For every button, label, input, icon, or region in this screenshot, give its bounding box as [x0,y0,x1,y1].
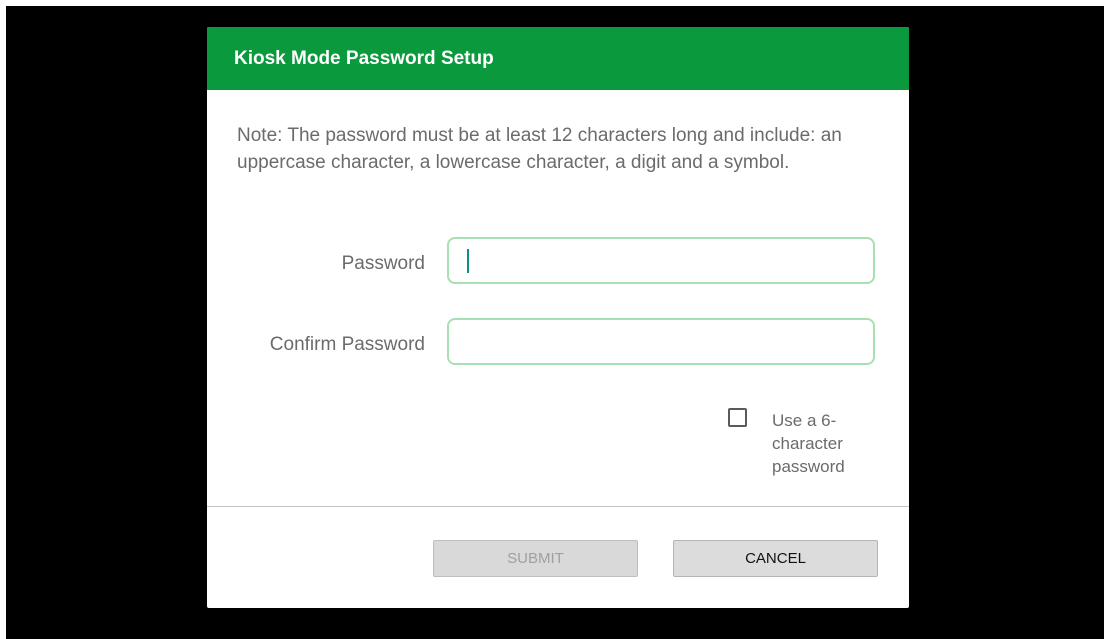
password-setup-dialog: Kiosk Mode Password Setup Note: The pass… [207,27,909,608]
dialog-header: Kiosk Mode Password Setup [207,27,909,90]
footer-divider [207,506,909,507]
password-requirements-note: Note: The password must be at least 12 c… [237,125,842,173]
password-label: Password [341,253,425,274]
dialog-title: Kiosk Mode Password Setup [234,48,494,69]
confirm-password-label: Confirm Password [269,334,425,355]
submit-button[interactable]: SUBMIT [433,540,638,577]
confirm-password-input[interactable] [447,318,875,365]
text-cursor [467,249,469,273]
password-input[interactable] [447,237,875,284]
cancel-button[interactable]: CANCEL [673,540,878,577]
six-character-password-label[interactable]: Use a 6-character password [772,409,872,478]
six-character-password-checkbox[interactable] [728,408,747,427]
